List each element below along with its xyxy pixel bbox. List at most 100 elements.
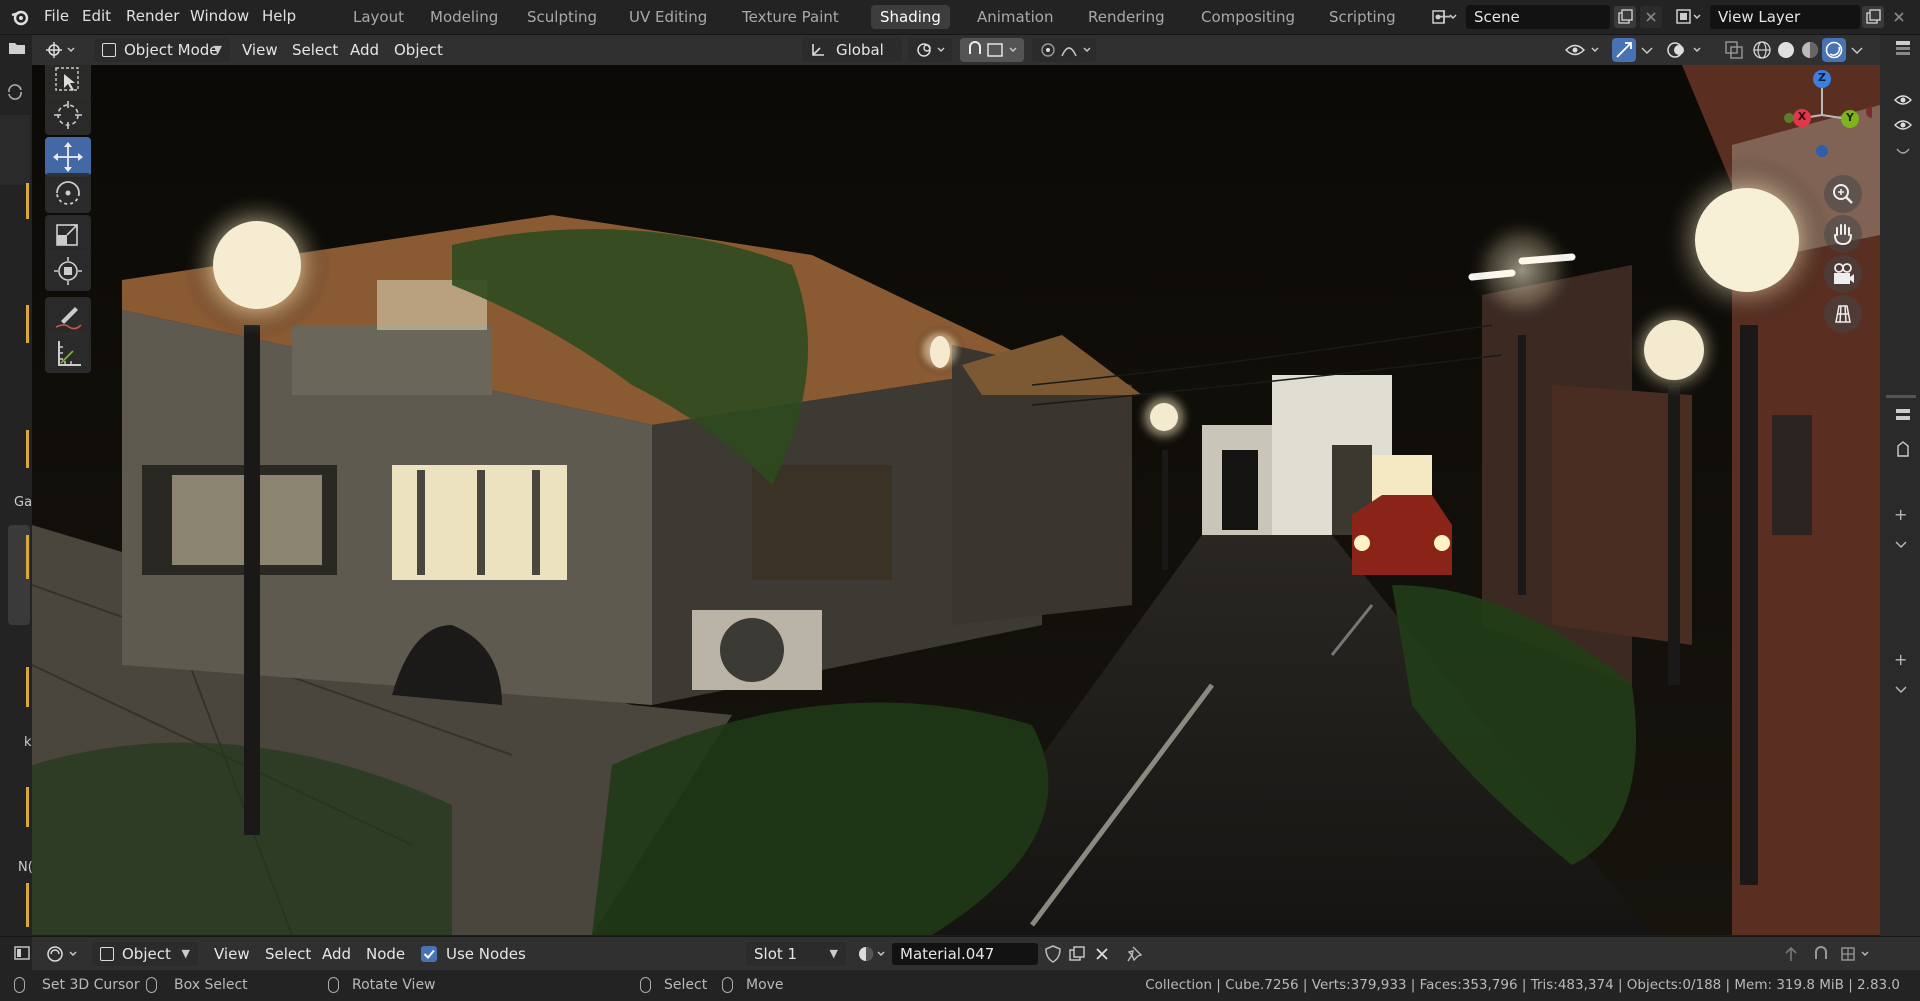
snap-element-dropdown[interactable] <box>1838 943 1878 965</box>
blender-logo-icon[interactable] <box>10 7 30 27</box>
left-panel-text-fragment: k <box>24 735 32 750</box>
navigation-gizmo[interactable]: Z Y X <box>1772 65 1872 175</box>
object-type-dropdown[interactable]: Object ▼ <box>92 942 198 966</box>
properties-icon[interactable] <box>1894 39 1912 57</box>
perspective-grid-icon[interactable] <box>1824 295 1862 333</box>
tab-layout[interactable]: Layout <box>344 5 413 29</box>
timeline-marker <box>26 667 29 707</box>
material-browse-icon[interactable] <box>854 942 890 966</box>
node-menu-select[interactable]: Select <box>265 942 311 966</box>
use-nodes-checkbox[interactable] <box>421 946 437 962</box>
tab-animation[interactable]: Animation <box>968 5 1062 29</box>
wireframe-shading-icon[interactable] <box>1750 38 1774 62</box>
sync-icon[interactable] <box>4 81 26 103</box>
scene-icon[interactable] <box>1430 7 1460 27</box>
menu-render[interactable]: Render <box>126 0 179 34</box>
delete-view-layer-icon[interactable] <box>1888 6 1910 28</box>
node-wrangler-icon[interactable] <box>1894 440 1912 458</box>
parent-node-tree-icon[interactable] <box>1780 943 1802 965</box>
node-menu-node[interactable]: Node <box>366 942 405 966</box>
proportional-editing-toggle[interactable] <box>1032 38 1096 62</box>
add-icon[interactable]: + <box>1894 650 1907 669</box>
menu-add[interactable]: Add <box>350 38 379 62</box>
chevron-down-icon[interactable] <box>1638 38 1656 62</box>
scale-tool[interactable] <box>45 215 91 255</box>
viewport-render <box>32 65 1880 935</box>
left-panel-tab[interactable] <box>0 115 30 185</box>
visibility-eye-icon[interactable] <box>1894 93 1912 107</box>
tab-compositing[interactable]: Compositing <box>1192 5 1304 29</box>
menu-window[interactable]: Window <box>190 0 249 34</box>
menu-object[interactable]: Object <box>394 38 443 62</box>
tab-shading[interactable]: Shading <box>871 5 950 29</box>
editor-type-icon[interactable] <box>44 38 78 62</box>
node-menu-add[interactable]: Add <box>322 942 351 966</box>
tab-modeling[interactable]: Modeling <box>421 5 507 29</box>
rotate-tool[interactable] <box>45 173 91 213</box>
tab-rendering[interactable]: Rendering <box>1079 5 1174 29</box>
node-menu-view[interactable]: View <box>214 942 250 966</box>
material-name-field[interactable]: Material.047 <box>892 943 1038 965</box>
slot-dropdown[interactable]: Slot 1 ▼ <box>746 942 846 966</box>
camera-view-icon[interactable] <box>1824 255 1862 293</box>
view-layer-field[interactable]: View Layer <box>1710 5 1860 29</box>
editor-type-icon[interactable] <box>14 945 30 961</box>
menu-view[interactable]: View <box>242 38 278 62</box>
pivot-point-dropdown[interactable] <box>908 38 952 62</box>
snap-icon[interactable] <box>1810 943 1832 965</box>
fake-user-shield-icon[interactable] <box>1042 943 1064 965</box>
annotate-tool[interactable] <box>45 297 91 337</box>
overlays-dropdown[interactable] <box>1664 38 1708 62</box>
right-properties-strip: + + <box>1880 35 1920 965</box>
mode-dropdown[interactable]: Object Mode ▼ <box>94 38 230 62</box>
3d-viewport[interactable]: Z Y X <box>32 65 1880 935</box>
gizmo-z-label: Z <box>1818 71 1826 84</box>
menu-select[interactable]: Select <box>292 38 338 62</box>
tab-scripting[interactable]: Scripting <box>1320 5 1405 29</box>
duplicate-material-icon[interactable] <box>1066 943 1088 965</box>
tab-texture-paint[interactable]: Texture Paint <box>733 5 848 29</box>
new-scene-icon[interactable] <box>1614 6 1636 28</box>
cursor-tool[interactable] <box>45 95 91 135</box>
unlink-material-icon[interactable] <box>1091 943 1113 965</box>
folder-icon[interactable] <box>8 39 26 57</box>
view-layer-icon[interactable] <box>1674 7 1704 27</box>
pan-hand-icon[interactable] <box>1824 215 1862 253</box>
move-tool[interactable] <box>45 137 91 177</box>
solid-shading-icon[interactable] <box>1774 38 1798 62</box>
scene-statistics: Collection | Cube.7256 | Verts:379,933 |… <box>1145 977 1900 993</box>
divider <box>1886 395 1916 398</box>
rendered-shading-icon[interactable] <box>1822 38 1846 62</box>
tab-sculpting[interactable]: Sculpting <box>518 5 606 29</box>
pin-icon[interactable] <box>1124 943 1146 965</box>
delete-scene-icon[interactable] <box>1640 6 1662 28</box>
scene-name-field[interactable]: Scene <box>1466 5 1610 29</box>
transform-tool[interactable] <box>45 251 91 291</box>
menu-help[interactable]: Help <box>262 0 296 34</box>
new-view-layer-icon[interactable] <box>1862 6 1884 28</box>
shader-type-icon[interactable] <box>44 942 84 966</box>
transform-orientation-dropdown[interactable]: Global <box>802 38 902 62</box>
measure-tool[interactable] <box>45 333 91 373</box>
select-box-tool[interactable] <box>45 65 91 99</box>
chevron-down-icon[interactable] <box>1894 540 1908 550</box>
visibility-eye-icon[interactable] <box>1894 118 1912 132</box>
zoom-icon[interactable] <box>1824 175 1862 213</box>
mode-label: Object Mode <box>124 41 219 59</box>
chevron-down-icon[interactable] <box>1894 685 1908 695</box>
gizmo-toggle[interactable] <box>1612 38 1636 62</box>
visibility-dropdown[interactable] <box>1562 38 1606 62</box>
snap-toggle[interactable] <box>960 38 1024 62</box>
menu-file[interactable]: File <box>44 0 69 34</box>
chevron-down-icon[interactable] <box>1848 38 1866 62</box>
tab-uv-editing[interactable]: UV Editing <box>620 5 716 29</box>
properties-toggle-icon[interactable] <box>1894 407 1912 425</box>
collapse-icon[interactable] <box>1894 145 1912 159</box>
hint-set-3d-cursor: Set 3D Cursor <box>42 977 140 993</box>
menu-edit[interactable]: Edit <box>82 0 111 34</box>
material-preview-shading-icon[interactable] <box>1798 38 1822 62</box>
object-icon <box>100 947 114 961</box>
xray-toggle[interactable] <box>1722 38 1746 62</box>
timeline-marker <box>26 535 29 579</box>
add-icon[interactable]: + <box>1894 505 1907 524</box>
